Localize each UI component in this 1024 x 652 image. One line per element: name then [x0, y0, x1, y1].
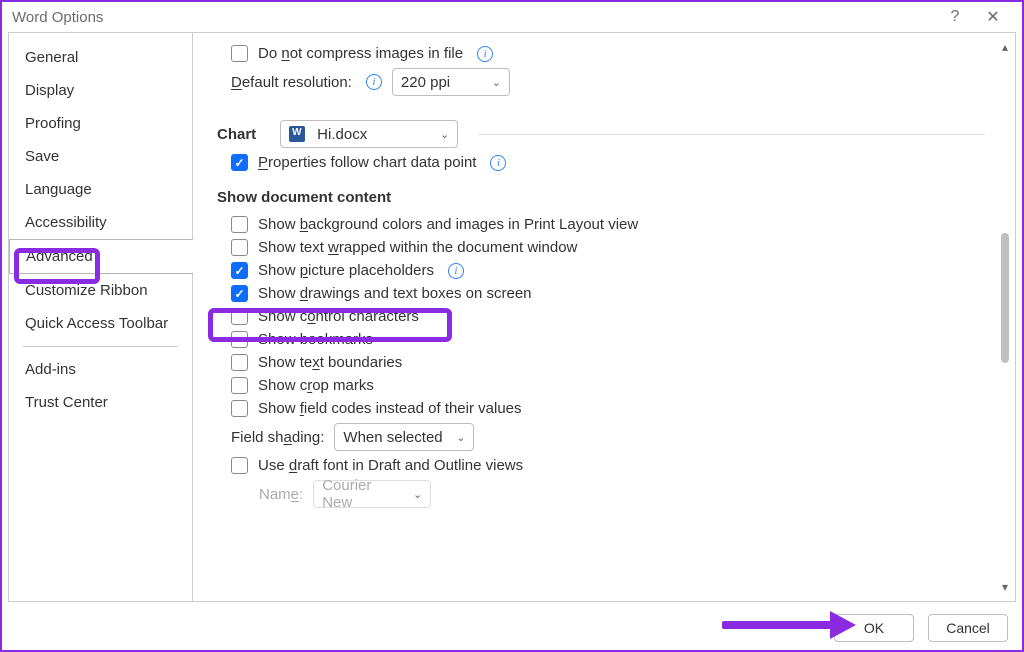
info-icon[interactable]	[366, 74, 382, 90]
dropdown-field-shading[interactable]: When selected ⌄	[334, 423, 474, 451]
label-default-resolution: Default resolution:	[231, 74, 352, 91]
nav-proofing[interactable]: Proofing	[9, 107, 192, 140]
info-icon[interactable]	[490, 155, 506, 171]
section-chart-label: Chart	[217, 126, 256, 143]
dropdown-chart-document[interactable]: Hi.docx ⌄	[280, 120, 458, 148]
scroll-thumb[interactable]	[1001, 233, 1009, 363]
checkbox-show-text-boundaries[interactable]	[231, 354, 248, 371]
dropdown-draft-font-name: Courier New ⌄	[313, 480, 431, 508]
word-doc-icon	[289, 126, 305, 142]
dropdown-draft-font-name-value: Courier New	[322, 477, 405, 511]
checkbox-show-background[interactable]	[231, 216, 248, 233]
chevron-down-icon: ⌄	[456, 431, 465, 444]
help-button[interactable]: ?	[936, 8, 974, 26]
label-use-draft-font: Use draft font in Draft and Outline view…	[258, 457, 523, 474]
checkbox-use-draft-font[interactable]	[231, 457, 248, 474]
label-field-shading: Field shading:	[231, 429, 324, 446]
cancel-button[interactable]: Cancel	[928, 614, 1008, 642]
label-show-picture-placeholders: Show picture placeholders	[258, 262, 434, 279]
chevron-down-icon: ⌄	[440, 128, 449, 141]
dropdown-field-shading-value: When selected	[343, 429, 442, 446]
dialog-footer: OK Cancel	[834, 614, 1008, 642]
content-pane: Do not compress images in file Default r…	[193, 33, 1015, 601]
label-show-field-codes: Show field codes instead of their values	[258, 400, 522, 417]
checkbox-do-not-compress[interactable]	[231, 45, 248, 62]
category-nav: General Display Proofing Save Language A…	[9, 33, 193, 601]
scroll-up-icon[interactable]: ▴	[1002, 41, 1008, 53]
nav-trust-center[interactable]: Trust Center	[9, 386, 192, 419]
label-show-control-chars: Show control characters	[258, 308, 419, 325]
checkbox-show-drawings[interactable]	[231, 285, 248, 302]
chevron-down-icon: ⌄	[492, 76, 501, 89]
dropdown-default-resolution-value: 220 ppi	[401, 74, 450, 91]
nav-language[interactable]: Language	[9, 173, 192, 206]
label-show-crop-marks: Show crop marks	[258, 377, 374, 394]
ok-button[interactable]: OK	[834, 614, 914, 642]
vertical-scrollbar[interactable]: ▴ ▾	[997, 41, 1013, 593]
label-chart-properties: Properties follow chart data point	[258, 154, 476, 171]
nav-advanced[interactable]: Advanced	[9, 239, 193, 274]
nav-save[interactable]: Save	[9, 140, 192, 173]
label-show-bookmarks: Show bookmarks	[258, 331, 373, 348]
checkbox-show-bookmarks[interactable]	[231, 331, 248, 348]
scroll-track[interactable]	[1000, 53, 1010, 581]
label-do-not-compress: Do not compress images in file	[258, 45, 463, 62]
checkbox-show-picture-placeholders[interactable]	[231, 262, 248, 279]
section-show-document-content: Show document content	[217, 189, 985, 206]
checkbox-show-text-wrapped[interactable]	[231, 239, 248, 256]
nav-customize-ribbon[interactable]: Customize Ribbon	[9, 274, 192, 307]
divider	[478, 134, 985, 135]
label-draft-font-name: Name:	[259, 486, 303, 503]
label-show-text-wrapped: Show text wrapped within the document wi…	[258, 239, 577, 256]
info-icon[interactable]	[448, 263, 464, 279]
nav-separator	[23, 346, 178, 347]
info-icon[interactable]	[477, 46, 493, 62]
checkbox-show-control-chars[interactable]	[231, 308, 248, 325]
nav-display[interactable]: Display	[9, 74, 192, 107]
dialog-title: Word Options	[12, 9, 103, 26]
nav-quick-access-toolbar[interactable]: Quick Access Toolbar	[9, 307, 192, 340]
dropdown-chart-document-value: Hi.docx	[317, 126, 367, 143]
dropdown-default-resolution[interactable]: 220 ppi ⌄	[392, 68, 510, 96]
checkbox-show-crop-marks[interactable]	[231, 377, 248, 394]
checkbox-chart-properties[interactable]	[231, 154, 248, 171]
nav-add-ins[interactable]: Add-ins	[9, 353, 192, 386]
label-show-drawings: Show drawings and text boxes on screen	[258, 285, 532, 302]
scroll-down-icon[interactable]: ▾	[1002, 581, 1008, 593]
close-button[interactable]: ✕	[974, 7, 1012, 27]
nav-general[interactable]: General	[9, 41, 192, 74]
chevron-down-icon: ⌄	[413, 488, 422, 501]
label-show-background: Show background colors and images in Pri…	[258, 216, 638, 233]
title-bar: Word Options ? ✕	[2, 2, 1022, 32]
label-show-text-boundaries: Show text boundaries	[258, 354, 402, 371]
checkbox-show-field-codes[interactable]	[231, 400, 248, 417]
nav-accessibility[interactable]: Accessibility	[9, 206, 192, 239]
